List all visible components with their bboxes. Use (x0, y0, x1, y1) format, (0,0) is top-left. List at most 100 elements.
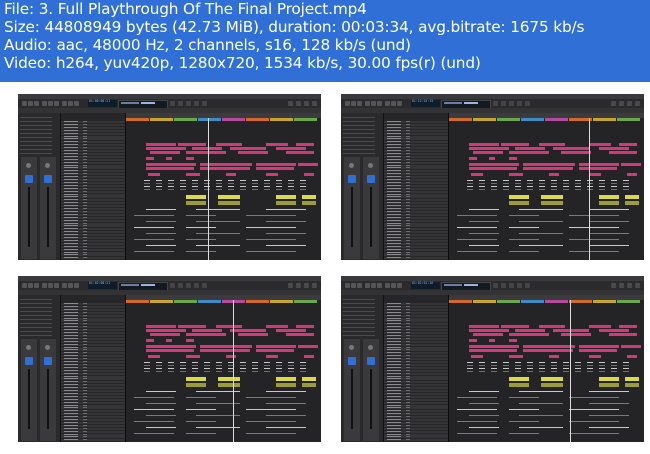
midi-region (240, 180, 246, 181)
midi-region (569, 433, 619, 434)
midi-region (469, 415, 499, 416)
track-button (406, 329, 410, 331)
midi-region (144, 368, 150, 369)
midi-region (216, 365, 222, 366)
track-name (387, 398, 401, 400)
track-button (406, 132, 410, 134)
track-name (64, 257, 78, 259)
audio-region (296, 325, 314, 328)
audio-region (286, 151, 314, 154)
midi-region (587, 368, 593, 369)
track-header (61, 231, 125, 234)
track-button (83, 407, 87, 409)
control-button (170, 283, 175, 288)
midi-region (186, 239, 216, 240)
track-name (64, 358, 78, 360)
track-button (83, 138, 87, 140)
audio-region (298, 345, 318, 348)
midi-region (240, 371, 246, 372)
track-button (83, 337, 87, 339)
control-button (68, 283, 73, 288)
audio-region (302, 201, 316, 205)
track-name (387, 401, 401, 403)
track-header (61, 419, 125, 421)
track-button (406, 251, 410, 253)
audio-region (553, 329, 589, 332)
track-name (387, 390, 401, 391)
midi-region (527, 368, 533, 369)
midi-region (240, 189, 246, 190)
midi-region (216, 183, 222, 184)
track-button (406, 234, 410, 236)
track-header (61, 390, 125, 392)
track-header (61, 208, 125, 210)
midi-region (146, 391, 176, 392)
midi-region (515, 186, 521, 187)
marker (222, 118, 245, 121)
audio-region (599, 201, 619, 205)
midi-region (611, 180, 617, 181)
track-name (64, 366, 78, 368)
audio-region (166, 157, 172, 160)
track-name (387, 369, 401, 371)
window-controls (343, 95, 355, 108)
midi-region (519, 415, 563, 416)
marker (473, 118, 496, 121)
midi-region (264, 183, 270, 184)
track-header (384, 193, 448, 196)
track-name (64, 225, 78, 227)
midi-region (587, 189, 593, 190)
track-name (64, 317, 78, 319)
audio-region (256, 167, 294, 170)
midi-region (266, 415, 306, 416)
audio-region (627, 173, 637, 176)
track-name (64, 179, 78, 180)
track-name (64, 147, 78, 149)
audio-region (304, 173, 314, 176)
marker (270, 118, 293, 121)
track-button (83, 372, 87, 374)
inspector-row (20, 311, 52, 312)
track-button (83, 205, 87, 207)
track-name (64, 427, 78, 429)
midi-region (192, 368, 198, 369)
midi-region (479, 180, 485, 181)
track-button (406, 334, 410, 336)
control-button (42, 283, 47, 288)
track-header (384, 308, 448, 311)
track-name (387, 303, 401, 304)
audio-region (523, 345, 575, 348)
marker (198, 118, 221, 121)
track-name (64, 311, 78, 313)
track-button (83, 346, 87, 348)
track-header (384, 366, 448, 369)
track-button (406, 190, 410, 192)
midi-region (509, 251, 539, 252)
midi-region (264, 362, 270, 363)
track-header (61, 121, 125, 123)
track-button (83, 421, 87, 423)
midi-region (589, 427, 629, 428)
track-button (406, 254, 410, 256)
project-display-part (121, 284, 139, 286)
midi-region (288, 189, 294, 190)
midi-region (168, 368, 174, 369)
track-header (384, 369, 448, 372)
midi-region (479, 189, 485, 190)
track-name (387, 416, 401, 418)
marker (617, 118, 640, 121)
midi-region (457, 433, 497, 434)
midi-region (519, 209, 563, 210)
midi-region (527, 362, 533, 363)
track-name (64, 234, 78, 236)
track-button (83, 216, 87, 218)
track-header (384, 210, 448, 213)
track-header (61, 257, 125, 260)
audio-region (302, 377, 316, 381)
midi-region (266, 403, 306, 404)
volume-fader (47, 187, 49, 247)
track-name (64, 381, 78, 383)
track-header (61, 254, 125, 257)
midi-region (527, 189, 533, 190)
track-header (61, 190, 125, 193)
